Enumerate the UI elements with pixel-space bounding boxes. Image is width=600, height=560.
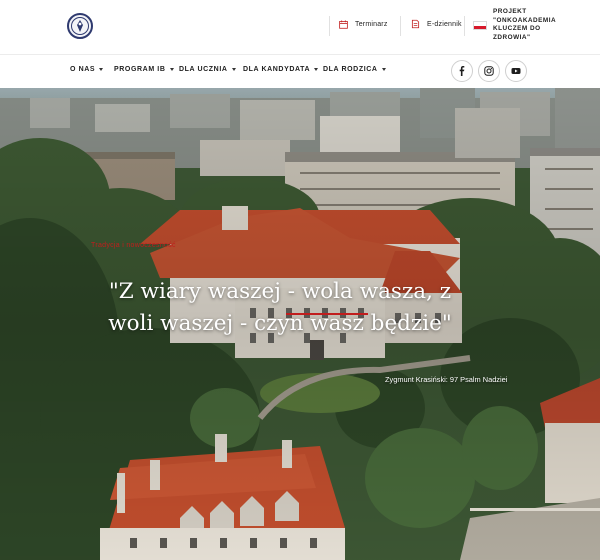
nav-item-program-ib[interactable]: PROGRAM IB xyxy=(114,66,174,73)
calendar-icon xyxy=(338,19,348,29)
chevron-down-icon xyxy=(99,68,104,71)
edziennik-link[interactable]: E-dziennik xyxy=(410,19,462,29)
projekt-label: PROJEKT "ONKOAKADEMIA KLUCZEM DO ZDROWIA… xyxy=(493,8,557,41)
nav-item-o-nas[interactable]: O NAS xyxy=(70,66,104,73)
quote-accent-line xyxy=(286,313,368,315)
hero-banner: Tradycja i nowoczesność "Z wiary waszej … xyxy=(0,88,600,560)
polish-flag-icon xyxy=(473,21,487,30)
chevron-down-icon xyxy=(314,68,319,71)
main-nav: O NAS PROGRAM IB DLA UCZNIA DLA KANDYDAT… xyxy=(0,55,600,88)
projekt-link[interactable]: PROJEKT "ONKOAKADEMIA KLUCZEM DO ZDROWIA… xyxy=(473,8,557,42)
divider xyxy=(464,16,465,36)
hero-tagline: Tradycja i nowoczesność xyxy=(91,242,176,249)
hero-quote: "Z wiary waszej - wola wasza, z woli was… xyxy=(108,279,452,336)
document-icon xyxy=(410,19,420,29)
divider xyxy=(400,16,401,36)
chevron-down-icon xyxy=(381,68,386,71)
facebook-icon[interactable] xyxy=(451,60,473,82)
edziennik-label: E-dziennik xyxy=(427,20,462,28)
youtube-icon[interactable] xyxy=(505,60,527,82)
divider xyxy=(329,16,330,36)
terminarz-label: Terminarz xyxy=(355,20,388,28)
nav-item-dla-kandydata[interactable]: DLA KANDYDATA xyxy=(243,66,319,73)
nav-item-dla-ucznia[interactable]: DLA UCZNIA xyxy=(179,66,236,73)
school-emblem-icon[interactable] xyxy=(67,13,93,39)
nav-item-dla-rodzica[interactable]: DLA RODZICA xyxy=(323,66,386,73)
terminarz-link[interactable]: Terminarz xyxy=(338,19,388,29)
chevron-down-icon xyxy=(231,68,236,71)
top-bar: Terminarz E-dziennik PROJEKT "ONKOAKADEM… xyxy=(0,0,600,54)
instagram-icon[interactable] xyxy=(478,60,500,82)
hero-quote-author: Zygmunt Krasiński: 97 Psalm Nadziei xyxy=(385,375,508,384)
chevron-down-icon xyxy=(169,68,174,71)
